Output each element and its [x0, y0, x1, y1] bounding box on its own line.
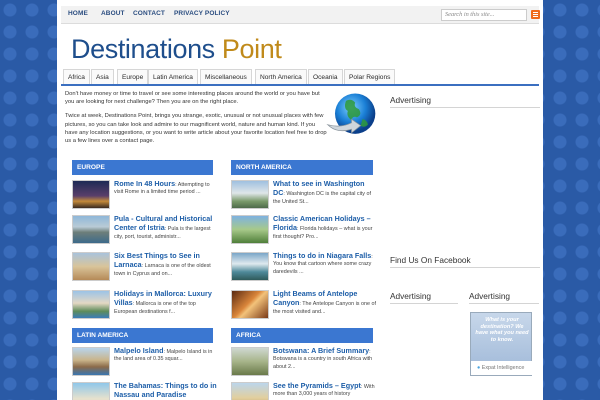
category-oceania[interactable]: Oceania [308, 69, 343, 84]
post-text: Pula - Cultural and Historical Center of… [114, 214, 218, 241]
site-logo[interactable]: Destinations Point [71, 34, 282, 65]
page-container: HOME ABOUT CONTACT PRIVACY POLICY Search… [57, 0, 543, 400]
post-excerpt: : Washington DC is the capital city of t… [273, 191, 371, 205]
post-thumbnail[interactable] [231, 180, 269, 209]
category-north-america[interactable]: North America [255, 69, 307, 84]
post-text: Classic American Holidays – Florida: Flo… [273, 214, 377, 241]
category-tabs: Africa Asia Europe Latin America Miscell… [61, 69, 539, 86]
post-title[interactable]: Malpelo Island [114, 346, 164, 355]
post-thumbnail[interactable] [231, 347, 269, 376]
intro-paragraph-1: Don't have money or time to travel or se… [65, 91, 320, 106]
post-text: Holidays in Mallorca: Luxury Villas: Mal… [114, 289, 218, 316]
post-thumbnail[interactable] [231, 215, 269, 244]
post-title[interactable]: See the Pyramids – Egypt [273, 381, 361, 390]
post-text: Six Best Things to See in Larnaca: Larna… [114, 251, 218, 278]
category-miscellaneous[interactable]: Miscellaneous [200, 69, 252, 84]
category-europe[interactable]: Europe [117, 69, 149, 84]
section-europe-header[interactable]: EUROPE [72, 160, 213, 175]
post-text: Botswana: A Brief Summary: Botswana is a… [273, 346, 377, 371]
category-latin-america[interactable]: Latin America [148, 69, 198, 84]
post-thumbnail[interactable] [72, 180, 110, 209]
top-navigation: HOME ABOUT CONTACT PRIVACY POLICY Search… [61, 6, 540, 24]
logo-text-point: Point [221, 34, 282, 64]
post-text: See the Pyramids – Egypt: With more than… [273, 381, 377, 399]
category-polar-regions[interactable]: Polar Regions [344, 69, 396, 84]
post-thumbnail[interactable] [72, 382, 110, 400]
category-africa[interactable]: Africa [63, 69, 90, 84]
globe-icon [326, 93, 376, 134]
sidebar-ad-banner[interactable]: What is your destination? We have what y… [470, 312, 533, 376]
nav-home[interactable]: HOME [68, 10, 88, 17]
nav-contact[interactable]: CONTACT [133, 10, 165, 17]
post-thumbnail[interactable] [72, 347, 110, 376]
nav-privacy-policy[interactable]: PRIVACY POLICY [174, 10, 230, 17]
rss-icon[interactable] [531, 10, 540, 19]
intro-text: Don't have money or time to travel or se… [65, 90, 327, 151]
post-thumbnail[interactable] [72, 215, 110, 244]
intro-paragraph-2: Twice at week, Destinations Point, bring… [65, 113, 327, 145]
post-text: Malpelo Island: Malpelo Island is in the… [114, 346, 218, 364]
post-text: What to see in Washington DC: Washington… [273, 179, 377, 206]
post-text: Light Beams of Antelope Canyon: The Ante… [273, 289, 377, 316]
post-text: The Bahamas: Things to do in Nassau and … [114, 381, 218, 400]
section-north-america-header[interactable]: NORTH AMERICA [231, 160, 373, 175]
sidebar-facebook-heading: Find Us On Facebook [390, 255, 540, 268]
search-input[interactable]: Search in this site... [441, 9, 527, 21]
ad-brand: ● Expat Intelligence [471, 361, 533, 375]
nav-about[interactable]: ABOUT [101, 10, 125, 17]
brand-dot-icon: ● [477, 365, 481, 371]
post-text: Things to do in Niagara Falls: You know … [273, 251, 377, 276]
post-thumbnail[interactable] [231, 290, 269, 319]
post-thumbnail[interactable] [231, 382, 269, 400]
sidebar-advertising-heading-2: Advertising [390, 291, 458, 304]
ad-brand-name: Expat Intelligence [481, 365, 525, 371]
logo-text-destinations: Destinations [71, 34, 222, 64]
section-africa-header[interactable]: AFRICA [231, 328, 373, 343]
post-title[interactable]: Things to do in Niagara Falls [273, 251, 371, 260]
sidebar-advertising-heading: Advertising [390, 95, 540, 108]
post-thumbnail[interactable] [72, 252, 110, 281]
ad-tagline: What is your destination? We have what y… [475, 317, 529, 343]
post-title[interactable]: The Bahamas: Things to do in Nassau and … [114, 381, 217, 399]
section-latin-america-header[interactable]: LATIN AMERICA [72, 328, 213, 343]
post-thumbnail[interactable] [72, 290, 110, 319]
post-thumbnail[interactable] [231, 252, 269, 281]
post-title[interactable]: Botswana: A Brief Summary [273, 346, 369, 355]
sidebar-advertising-heading-3: Advertising [469, 291, 539, 304]
post-text: Rome In 48 Hours: Attempting to visit Ro… [114, 179, 218, 197]
category-asia[interactable]: Asia [91, 69, 114, 84]
post-title[interactable]: Rome In 48 Hours [114, 179, 175, 188]
